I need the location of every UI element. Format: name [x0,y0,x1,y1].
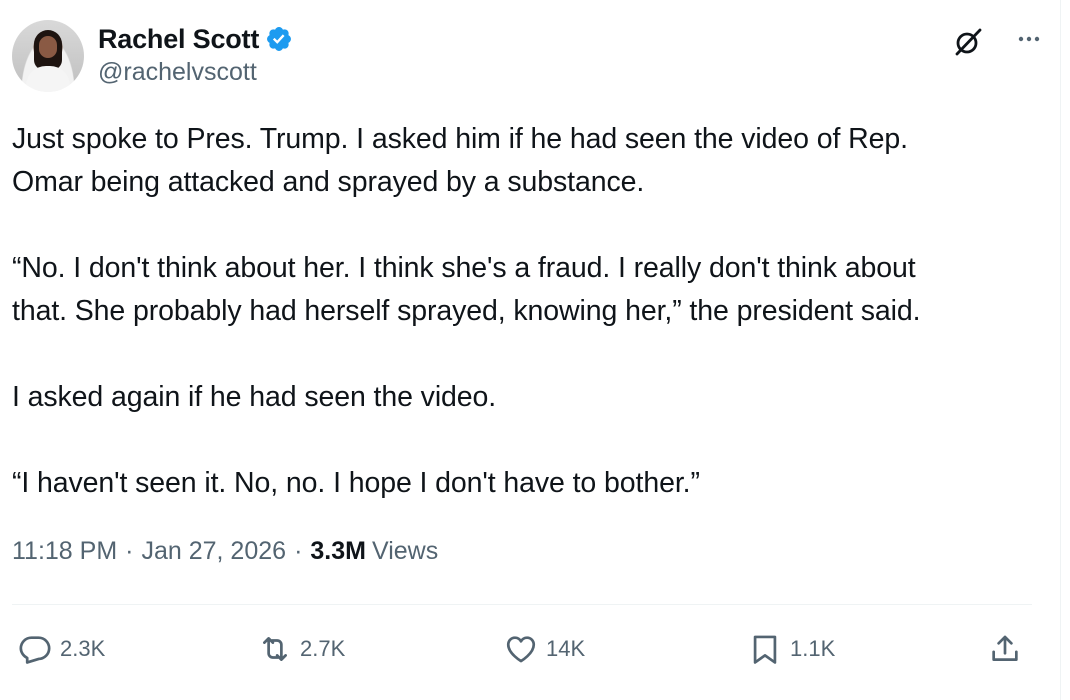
repost-icon [263,637,287,661]
like-button[interactable]: 14K [504,632,585,666]
tweet-paragraph: I asked again if he had seen the video. [12,381,497,413]
meta-separator: · [294,537,303,565]
action-bar: 2.3K 2.7K 14K 1.1K [12,622,1032,678]
share-icon [992,635,1018,661]
more-icon[interactable] [1014,24,1044,54]
like-count: 14K [546,636,586,661]
right-edge-border [1060,0,1061,700]
actions-divider [12,604,1032,605]
author-display-name[interactable]: Rachel Scott [98,24,259,55]
views-label: Views [371,537,439,565]
share-button[interactable] [988,632,1022,666]
author-names: Rachel Scott @rachelvscott [98,22,293,87]
views-count: 3.3M [310,537,366,565]
tweet-time[interactable]: 11:18 PM [12,537,117,566]
reply-count: 2.3K [60,636,106,661]
heart-icon [506,636,536,663]
tweet-paragraph: “I haven't seen it. No, no. I hope I don… [12,467,700,499]
verified-badge-icon[interactable] [265,25,293,53]
grok-icon[interactable] [952,26,984,58]
tweet-paragraph: “No. I don't think about her. I think sh… [12,252,921,327]
meta-separator: · [125,537,134,565]
reply-button[interactable]: 2.3K [18,632,105,666]
avatar[interactable] [12,20,84,92]
tweet-date[interactable]: Jan 27, 2026 [141,537,286,566]
tweet-paragraph: Just spoke to Pres. Trump. I asked him i… [12,123,908,198]
bookmark-icon [753,635,777,664]
author-handle[interactable]: @rachelvscott [98,58,293,87]
tweet-header: Rachel Scott @rachelvscott [12,20,1042,96]
tweet-meta: 11:18 PM · Jan 27, 2026 · 3.3M Views [12,537,438,566]
bookmark-count: 1.1K [790,636,836,661]
tweet-text: Just spoke to Pres. Trump. I asked him i… [12,118,1052,505]
repost-button[interactable]: 2.7K [258,632,345,666]
reply-icon [19,636,51,664]
repost-count: 2.7K [300,636,346,661]
bookmark-button[interactable]: 1.1K [748,632,835,666]
